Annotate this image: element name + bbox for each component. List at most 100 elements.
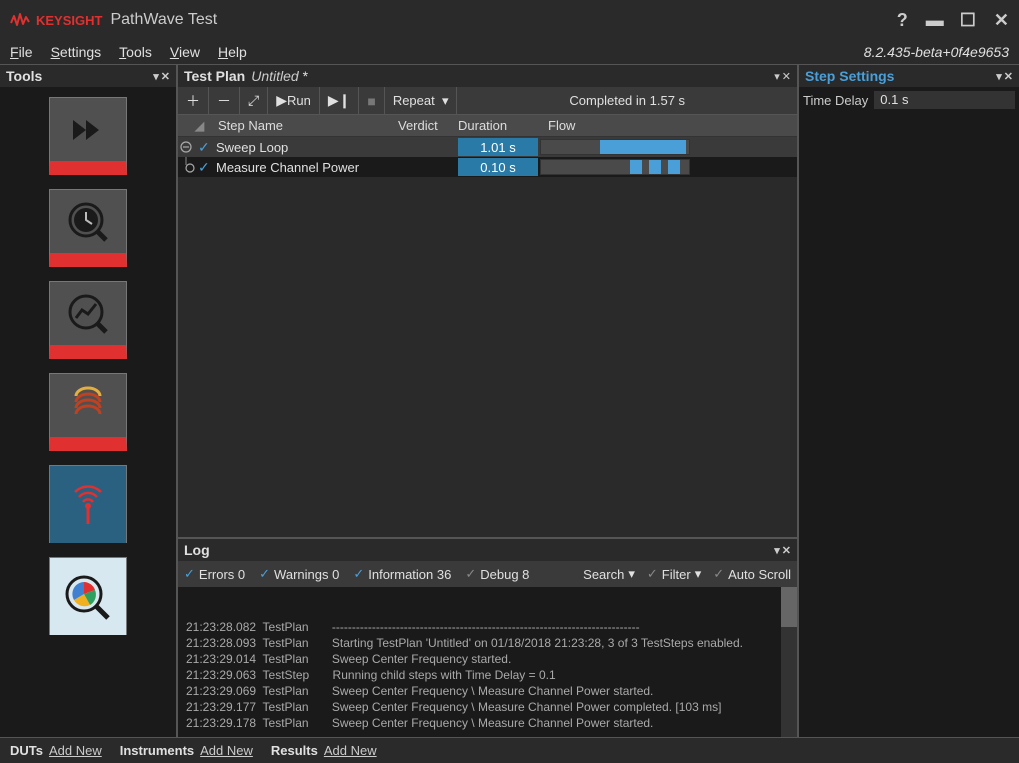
step-flow-bar — [540, 159, 690, 175]
tools-panel: Tools ▾ ✕ — [0, 65, 178, 737]
status-results-label: Results — [271, 743, 318, 758]
log-filter-bar: ✓Errors 0 ✓Warnings 0 ✓Information 36 ✓D… — [178, 561, 797, 587]
setting-time-delay: Time Delay 0.1 s — [803, 91, 1015, 109]
step-table-body: ✓ Sweep Loop 1.01 s ✓ Measure Channel Po… — [178, 137, 797, 537]
step-flow-bar — [540, 139, 690, 155]
menu-help[interactable]: Help — [218, 44, 247, 60]
repeat-dropdown[interactable]: Repeat ▾ — [385, 87, 458, 114]
log-autoscroll-toggle[interactable]: ✓Auto Scroll — [713, 566, 791, 582]
testplan-title: Test Plan — [184, 68, 245, 84]
testplan-close-icon[interactable]: ✕ — [782, 70, 791, 83]
antenna-icon — [63, 480, 113, 530]
minimize-icon[interactable]: ▬ — [926, 10, 942, 31]
tools-pin-icon[interactable]: ▾ — [153, 70, 159, 83]
log-line: 21:23:28.093 TestPlan Starting TestPlan … — [186, 635, 789, 651]
testplan-name: Untitled — [251, 68, 298, 84]
brand-logo: KEYSIGHT — [10, 13, 102, 28]
menu-bar: File Settings Tools View Help 8.2.435-be… — [0, 40, 1019, 64]
col-flow[interactable]: Flow — [538, 118, 688, 133]
step-row[interactable]: ✓ Sweep Loop 1.01 s — [178, 137, 797, 157]
log-search-dropdown[interactable]: Search ▾ — [583, 566, 635, 582]
stop-button[interactable]: ■ — [359, 87, 384, 114]
settings-close-icon[interactable]: ✕ — [1004, 70, 1013, 83]
log-body[interactable]: 21:23:28.082 TestPlan ------------------… — [178, 587, 797, 737]
status-duts-label: DUTs — [10, 743, 43, 758]
testplan-dirty-indicator: * — [303, 68, 308, 84]
collapse-icon[interactable] — [178, 138, 198, 156]
menu-settings[interactable]: Settings — [51, 44, 102, 60]
tool-timing[interactable] — [49, 189, 127, 267]
step-node-icon[interactable] — [178, 157, 198, 177]
menu-tools[interactable]: Tools — [119, 44, 152, 60]
clock-search-icon — [66, 200, 110, 244]
help-icon[interactable]: ? — [897, 10, 908, 31]
status-instruments-label: Instruments — [120, 743, 194, 758]
step-duration: 0.10 s — [458, 158, 538, 176]
log-line: 21:23:28.082 TestPlan ------------------… — [186, 619, 789, 635]
col-step-name[interactable]: Step Name — [208, 118, 398, 133]
settings-menu-icon[interactable]: ▾ — [996, 70, 1002, 83]
tool-results-viewer[interactable] — [49, 281, 127, 359]
instruments-add-link[interactable]: Add New — [200, 743, 253, 758]
keysight-logo-icon — [10, 13, 32, 27]
chart-search-icon — [66, 292, 110, 336]
filter-warnings[interactable]: ✓Warnings 0 — [259, 566, 339, 582]
expand-button[interactable]: ⤢ — [240, 87, 268, 114]
log-title: Log — [184, 542, 774, 558]
fast-forward-icon — [68, 115, 108, 145]
tools-panel-title: Tools — [6, 68, 153, 84]
pie-search-icon — [62, 572, 114, 622]
tool-analytics[interactable] — [49, 557, 127, 635]
log-close-icon[interactable]: ✕ — [782, 544, 791, 557]
duts-add-link[interactable]: Add New — [49, 743, 102, 758]
testplan-toolbar: ＋ － ⤢ ▶Run ▶❙ ■ Repeat ▾ Completed in 1.… — [178, 87, 797, 115]
title-bar: KEYSIGHT PathWave Test ? ▬ ☐ ✕ — [0, 0, 1019, 40]
testplan-menu-icon[interactable]: ▾ — [774, 70, 780, 83]
col-duration[interactable]: Duration — [458, 118, 538, 133]
log-panel: Log ▾ ✕ ✓Errors 0 ✓Warnings 0 ✓Informati… — [178, 537, 797, 737]
close-icon[interactable]: ✕ — [994, 10, 1009, 31]
add-step-button[interactable]: ＋ — [178, 87, 209, 114]
log-scrollbar[interactable] — [781, 587, 797, 737]
filter-debug[interactable]: ✓Debug 8 — [465, 566, 529, 582]
tool-antenna[interactable] — [49, 465, 127, 543]
step-duration: 1.01 s — [458, 138, 538, 156]
results-add-link[interactable]: Add New — [324, 743, 377, 758]
expand-column[interactable]: ◢ — [178, 118, 208, 134]
step-settings-header: Step Settings ▾ ✕ — [799, 65, 1019, 87]
filter-info[interactable]: ✓Information 36 — [353, 566, 451, 582]
log-line: 21:23:29.177 TestPlan Sweep Center Frequ… — [186, 699, 789, 715]
log-menu-icon[interactable]: ▾ — [774, 544, 780, 557]
tools-panel-header: Tools ▾ ✕ — [0, 65, 176, 87]
tool-plugin[interactable] — [49, 373, 127, 451]
filter-errors[interactable]: ✓Errors 0 — [184, 566, 245, 582]
coil-icon — [66, 386, 110, 426]
maximize-icon[interactable]: ☐ — [960, 10, 976, 31]
tool-fast-forward[interactable] — [49, 97, 127, 175]
app-title: PathWave Test — [110, 11, 217, 29]
status-bar: DUTs Add New Instruments Add New Results Ad… — [0, 737, 1019, 763]
step-enabled-checkbox[interactable]: ✓ — [198, 139, 216, 156]
run-button[interactable]: ▶Run — [268, 87, 320, 114]
log-line: 21:23:29.014 TestPlan Sweep Center Frequ… — [186, 651, 789, 667]
menu-view[interactable]: View — [170, 44, 200, 60]
step-name-label: Sweep Loop — [216, 140, 398, 155]
version-label: 8.2.435-beta+0f4e9653 — [864, 44, 1009, 60]
step-button[interactable]: ▶❙ — [320, 87, 360, 114]
step-settings-panel: Step Settings ▾ ✕ Time Delay 0.1 s — [799, 65, 1019, 737]
col-verdict[interactable]: Verdict — [398, 118, 458, 133]
log-filter-dropdown[interactable]: ✓Filter ▾ — [647, 566, 701, 582]
menu-file[interactable]: File — [10, 44, 33, 60]
step-row[interactable]: ✓ Measure Channel Power 0.10 s — [178, 157, 797, 177]
remove-step-button[interactable]: － — [209, 87, 240, 114]
step-table-header: ◢ Step Name Verdict Duration Flow — [178, 115, 797, 137]
time-delay-label: Time Delay — [803, 93, 868, 108]
step-settings-title: Step Settings — [805, 68, 996, 84]
testplan-header: Test Plan Untitled * ▾ ✕ — [178, 65, 797, 87]
tools-close-icon[interactable]: ✕ — [161, 70, 170, 83]
step-enabled-checkbox[interactable]: ✓ — [198, 159, 216, 176]
time-delay-value[interactable]: 0.1 s — [874, 91, 1015, 109]
run-status: Completed in 1.57 s — [457, 93, 797, 108]
step-name-label: Measure Channel Power — [216, 160, 398, 175]
log-line: 21:23:29.069 TestPlan Sweep Center Frequ… — [186, 683, 789, 699]
